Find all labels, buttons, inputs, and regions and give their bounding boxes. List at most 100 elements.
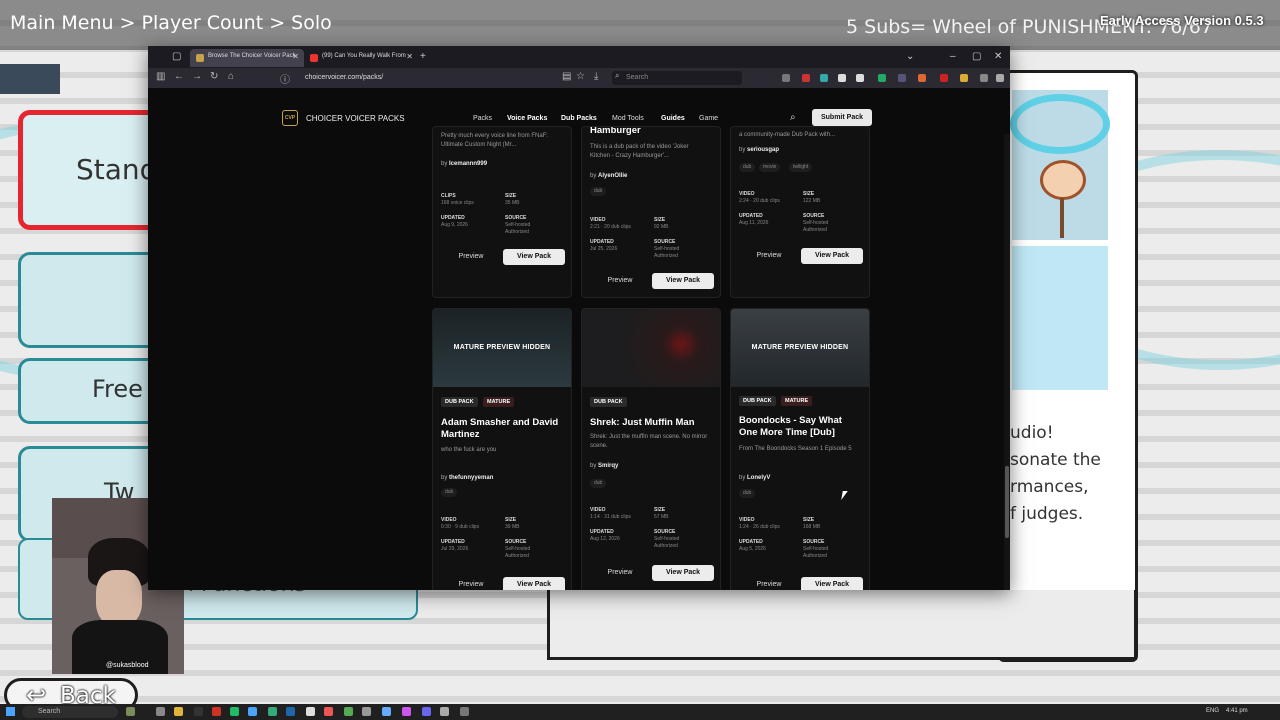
- clock[interactable]: 4:41 pm: [1226, 708, 1248, 714]
- author-name[interactable]: LonelyV: [747, 475, 770, 481]
- author-name[interactable]: thefunnyyeman: [449, 475, 493, 481]
- nav-guides[interactable]: Guides: [661, 115, 685, 122]
- preview-button[interactable]: Preview: [590, 565, 650, 581]
- forward-icon[interactable]: →: [192, 71, 202, 82]
- pack-card[interactable]: Hamburger This is a dub pack of the vide…: [581, 126, 721, 298]
- pack-tag[interactable]: dub: [739, 163, 756, 172]
- pack-title[interactable]: Shrek: Just Muffin Man: [590, 417, 712, 429]
- taskbar-app-icon[interactable]: [362, 707, 371, 716]
- taskbar-app-icon[interactable]: [230, 707, 239, 716]
- taskbar-search[interactable]: [22, 706, 118, 718]
- pack-card[interactable]: MATURE PREVIEW HIDDEN DUB PACK MATURE Bo…: [730, 308, 870, 590]
- extension-icon[interactable]: [856, 74, 864, 82]
- sidebar-icon[interactable]: ▥: [156, 71, 165, 82]
- author-name[interactable]: Smirqy: [598, 463, 618, 469]
- reader-view-icon[interactable]: ▤: [562, 71, 571, 82]
- view-pack-button[interactable]: View Pack: [652, 565, 714, 581]
- extension-icon[interactable]: [820, 74, 828, 82]
- new-tab-icon[interactable]: +: [420, 51, 426, 62]
- site-name[interactable]: CHOICER VOICER PACKS: [306, 114, 405, 123]
- back-icon[interactable]: ←: [174, 71, 184, 82]
- view-pack-button[interactable]: View Pack: [801, 248, 863, 264]
- taskbar-app-icon[interactable]: [156, 707, 165, 716]
- preview-button[interactable]: Preview: [590, 273, 650, 289]
- extension-icon[interactable]: [802, 74, 810, 82]
- view-pack-button[interactable]: View Pack: [801, 577, 863, 590]
- pack-tag[interactable]: dub: [590, 187, 607, 196]
- taskbar-app-icon[interactable]: [268, 707, 277, 716]
- maximize-icon[interactable]: ▢: [972, 51, 981, 62]
- extension-icon[interactable]: [960, 74, 968, 82]
- pack-thumbnail[interactable]: MATURE PREVIEW HIDDEN: [433, 309, 571, 387]
- extensions-menu-icon[interactable]: [980, 74, 988, 82]
- language-indicator[interactable]: ENG: [1206, 708, 1219, 714]
- tab-list-icon[interactable]: ▢: [172, 51, 181, 62]
- site-logo[interactable]: CVP: [282, 110, 298, 126]
- view-pack-button[interactable]: View Pack: [503, 577, 565, 590]
- author-name[interactable]: seriousgap: [747, 147, 779, 153]
- taskbar-app-icon[interactable]: [460, 707, 469, 716]
- pack-tag[interactable]: dub: [441, 488, 458, 497]
- taskbar-app-icon[interactable]: [212, 707, 221, 716]
- pack-tag[interactable]: twilight: [789, 163, 813, 172]
- close-window-icon[interactable]: ✕: [994, 51, 1002, 62]
- taskbar-app-icon[interactable]: [194, 707, 203, 716]
- preview-button[interactable]: Preview: [739, 577, 799, 590]
- site-search-icon[interactable]: ⌕: [790, 112, 796, 123]
- home-icon[interactable]: ⌂: [228, 71, 234, 82]
- taskbar-app-icon[interactable]: [402, 707, 411, 716]
- pack-tag[interactable]: dub: [590, 479, 607, 488]
- scrollbar-thumb[interactable]: [1005, 466, 1009, 538]
- nav-game[interactable]: Game: [699, 115, 718, 122]
- app-menu-icon[interactable]: [996, 74, 1004, 82]
- tab-dropdown-icon[interactable]: ⌄: [906, 51, 914, 62]
- taskbar-app-icon[interactable]: [344, 707, 353, 716]
- taskbar-app-icon[interactable]: [324, 707, 333, 716]
- nav-voice-packs[interactable]: Voice Packs: [507, 115, 547, 122]
- extension-icon[interactable]: [878, 74, 886, 82]
- taskbar-app-icon[interactable]: [382, 707, 391, 716]
- pack-tag[interactable]: dub: [739, 489, 756, 498]
- pack-thumbnail[interactable]: MATURE PREVIEW HIDDEN: [731, 309, 869, 387]
- bookmark-star-icon[interactable]: ☆: [576, 71, 585, 82]
- preview-button[interactable]: Preview: [441, 577, 501, 590]
- author-name[interactable]: AlyenOllie: [598, 173, 627, 179]
- taskbar-app-icon[interactable]: [422, 707, 431, 716]
- taskbar-app-icon[interactable]: [174, 707, 183, 716]
- tab-browse-packs[interactable]: Browse The Choicer Voicer Pack ✕: [190, 49, 304, 67]
- download-icon[interactable]: ⤓: [594, 71, 598, 82]
- close-tab-icon[interactable]: ✕: [406, 52, 413, 61]
- taskbar-app-icon[interactable]: [248, 707, 257, 716]
- view-pack-button[interactable]: View Pack: [652, 273, 714, 289]
- taskbar-app-icon[interactable]: [126, 707, 135, 716]
- taskbar-app-icon[interactable]: [286, 707, 295, 716]
- library-icon[interactable]: [782, 74, 790, 82]
- reload-icon[interactable]: ↻: [210, 71, 218, 82]
- close-tab-icon[interactable]: ✕: [292, 52, 299, 61]
- tab-youtube[interactable]: (99) Can You Really Walk From ✕: [304, 49, 418, 67]
- extension-icon[interactable]: [838, 74, 846, 82]
- nav-mod-tools[interactable]: Mod Tools: [612, 115, 644, 122]
- pack-card[interactable]: Pretty much every voice line from FNaF: …: [432, 126, 572, 298]
- extension-icon[interactable]: [940, 74, 948, 82]
- pack-card[interactable]: a community-made Dub Pack with... by ser…: [730, 126, 870, 298]
- view-pack-button[interactable]: View Pack: [503, 249, 565, 265]
- taskbar-app-icon[interactable]: [440, 707, 449, 716]
- start-menu-icon[interactable]: [6, 707, 15, 716]
- minimize-icon[interactable]: –: [950, 51, 956, 62]
- pack-title[interactable]: Boondocks - Say What One More Time [Dub]: [739, 415, 861, 439]
- site-info-icon[interactable]: ⓘ: [280, 71, 290, 86]
- author-name[interactable]: Icemannn999: [449, 161, 487, 167]
- nav-dub-packs[interactable]: Dub Packs: [561, 115, 597, 122]
- preview-button[interactable]: Preview: [441, 249, 501, 265]
- submit-pack-button[interactable]: Submit Pack: [812, 109, 872, 126]
- pack-card[interactable]: MATURE PREVIEW HIDDEN DUB PACK MATURE Ad…: [432, 308, 572, 590]
- extension-icon[interactable]: [898, 74, 906, 82]
- pack-card[interactable]: DUB PACK Shrek: Just Muffin Man Shrek: J…: [581, 308, 721, 590]
- preview-button[interactable]: Preview: [739, 248, 799, 264]
- nav-packs[interactable]: Packs: [473, 115, 492, 122]
- pack-title[interactable]: Adam Smasher and David Martinez: [441, 417, 563, 441]
- pack-tag[interactable]: movie: [759, 163, 781, 172]
- pack-thumbnail[interactable]: [582, 309, 720, 387]
- taskbar-app-icon[interactable]: [306, 707, 315, 716]
